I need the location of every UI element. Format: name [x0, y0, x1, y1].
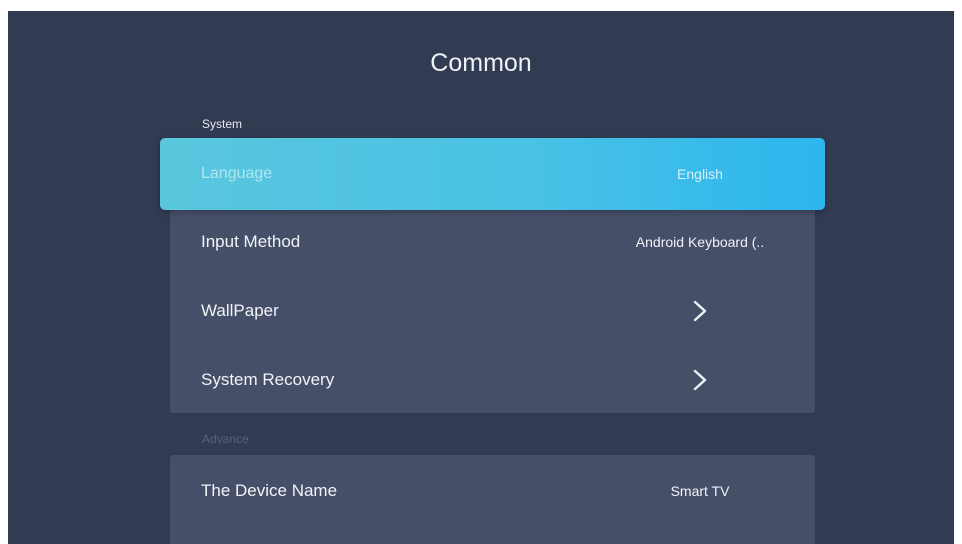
setting-row-language[interactable]: Language English [160, 138, 825, 210]
setting-value-language: English [677, 166, 723, 182]
setting-value-input-method: Android Keyboard (.. [635, 234, 765, 250]
section-label-system: System [202, 117, 243, 131]
setting-row-system-recovery[interactable]: System Recovery [170, 346, 815, 414]
setting-value-device-name: Smart TV [670, 483, 730, 499]
setting-label-input-method: Input Method [201, 232, 301, 251]
setting-label-device-name: The Device Name [201, 481, 338, 500]
chevron-right-icon [693, 300, 707, 322]
tv-screen: Common System Language English Input Met… [8, 11, 954, 544]
section-label-advance: Advance [202, 432, 249, 446]
page-title: Common [430, 49, 532, 77]
setting-row-device-name[interactable]: The Device Name Smart TV [170, 457, 815, 525]
setting-label-wallpaper: WallPaper [201, 301, 279, 320]
setting-label-system-recovery: System Recovery [201, 370, 335, 389]
setting-row-wallpaper[interactable]: WallPaper [170, 277, 815, 345]
setting-row-input-method[interactable]: Input Method Android Keyboard (.. [170, 208, 815, 276]
setting-label-language: Language [201, 165, 273, 182]
chevron-right-icon [693, 369, 707, 391]
